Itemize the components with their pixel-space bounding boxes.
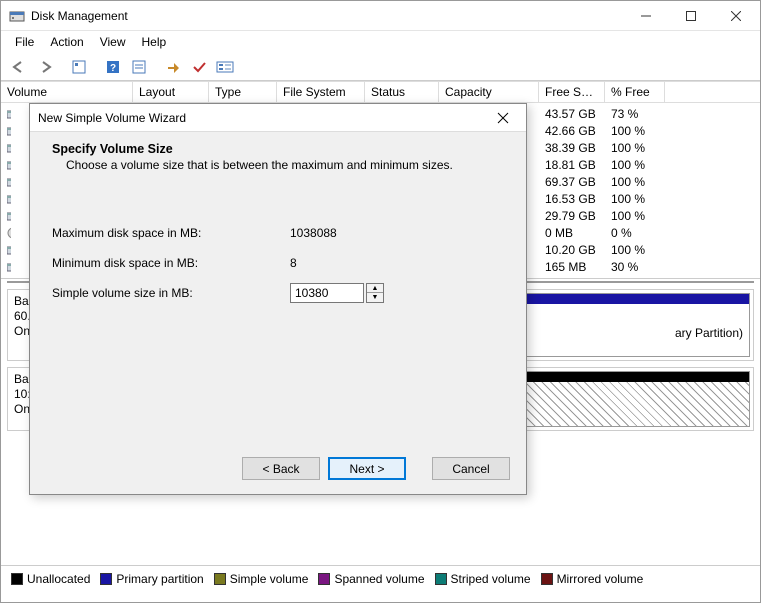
- col-pctfree[interactable]: % Free: [605, 82, 665, 102]
- volume-icon: [1, 245, 17, 255]
- main-window: Disk Management File Action View Help ? …: [0, 0, 761, 603]
- legend-item: Simple volume: [214, 572, 309, 586]
- volume-size-input[interactable]: [290, 283, 364, 303]
- legend-item: Primary partition: [100, 572, 203, 586]
- volume-icon: [1, 109, 17, 119]
- menu-file[interactable]: File: [7, 33, 42, 51]
- back-button[interactable]: [7, 56, 31, 78]
- cell-free: 18.81 GB: [539, 158, 605, 172]
- back-button[interactable]: < Back: [242, 457, 320, 480]
- legend-item: Spanned volume: [318, 572, 424, 586]
- cell-pct: 100 %: [605, 209, 665, 223]
- spin-up-icon[interactable]: ▲: [367, 284, 383, 293]
- cell-free: 29.79 GB: [539, 209, 605, 223]
- size-label: Simple volume size in MB:: [52, 286, 290, 300]
- wizard-heading: Specify Volume Size: [52, 142, 504, 156]
- dialog-title: New Simple Volume Wizard: [38, 111, 488, 125]
- col-type[interactable]: Type: [209, 82, 277, 102]
- cell-pct: 100 %: [605, 158, 665, 172]
- min-space-value: 8: [290, 256, 297, 270]
- maximize-button[interactable]: [668, 2, 713, 30]
- legend: Unallocated Primary partition Simple volum…: [1, 565, 760, 592]
- legend-item: Unallocated: [11, 572, 90, 586]
- list-icon[interactable]: [213, 56, 237, 78]
- cell-pct: 100 %: [605, 175, 665, 189]
- cell-pct: 30 %: [605, 260, 665, 274]
- action-icon[interactable]: [161, 56, 185, 78]
- col-status[interactable]: Status: [365, 82, 439, 102]
- svg-text:?: ?: [110, 63, 116, 74]
- cell-free: 165 MB: [539, 260, 605, 274]
- cell-free: 38.39 GB: [539, 141, 605, 155]
- next-button[interactable]: Next >: [328, 457, 406, 480]
- cell-free: 69.37 GB: [539, 175, 605, 189]
- properties-icon[interactable]: [67, 56, 91, 78]
- check-icon[interactable]: [187, 56, 211, 78]
- menu-help[interactable]: Help: [134, 33, 175, 51]
- forward-button[interactable]: [33, 56, 57, 78]
- col-free[interactable]: Free Spa...: [539, 82, 605, 102]
- menubar: File Action View Help: [1, 31, 760, 53]
- cell-free: 0 MB: [539, 226, 605, 240]
- cell-pct: 100 %: [605, 141, 665, 155]
- min-space-label: Minimum disk space in MB:: [52, 256, 290, 270]
- close-button[interactable]: [713, 2, 758, 30]
- col-filesystem[interactable]: File System: [277, 82, 365, 102]
- menu-action[interactable]: Action: [42, 33, 91, 51]
- wizard-subheading: Choose a volume size that is between the…: [52, 158, 504, 172]
- cell-free: 42.66 GB: [539, 124, 605, 138]
- help-icon[interactable]: ?: [101, 56, 125, 78]
- volume-icon: [1, 177, 17, 187]
- cd-icon: [1, 227, 17, 239]
- titlebar: Disk Management: [1, 1, 760, 31]
- volume-icon: [1, 160, 17, 170]
- window-title: Disk Management: [31, 9, 623, 23]
- col-volume[interactable]: Volume: [1, 82, 133, 102]
- cell-free: 16.53 GB: [539, 192, 605, 206]
- app-icon: [9, 8, 25, 24]
- size-spinner[interactable]: ▲ ▼: [366, 283, 384, 303]
- table-header: Volume Layout Type File System Status Ca…: [1, 81, 760, 103]
- col-layout[interactable]: Layout: [133, 82, 209, 102]
- toolbar: ?: [1, 53, 760, 81]
- cell-free: 43.57 GB: [539, 107, 605, 121]
- menu-view[interactable]: View: [92, 33, 134, 51]
- volume-icon: [1, 211, 17, 221]
- cell-pct: 100 %: [605, 243, 665, 257]
- max-space-value: 1038088: [290, 226, 337, 240]
- dialog-close-button[interactable]: [488, 107, 518, 129]
- volume-icon: [1, 194, 17, 204]
- volume-icon: [1, 262, 17, 272]
- settings-icon[interactable]: [127, 56, 151, 78]
- new-simple-volume-wizard: New Simple Volume Wizard Specify Volume …: [29, 103, 527, 495]
- cell-pct: 0 %: [605, 226, 665, 240]
- col-capacity[interactable]: Capacity: [439, 82, 539, 102]
- cancel-button[interactable]: Cancel: [432, 457, 510, 480]
- legend-item: Striped volume: [435, 572, 531, 586]
- max-space-label: Maximum disk space in MB:: [52, 226, 290, 240]
- cell-pct: 100 %: [605, 124, 665, 138]
- cell-pct: 73 %: [605, 107, 665, 121]
- cell-free: 10.20 GB: [539, 243, 605, 257]
- volume-icon: [1, 126, 17, 136]
- spin-down-icon[interactable]: ▼: [367, 293, 383, 302]
- legend-item: Mirrored volume: [541, 572, 644, 586]
- minimize-button[interactable]: [623, 2, 668, 30]
- cell-pct: 100 %: [605, 192, 665, 206]
- volume-icon: [1, 143, 17, 153]
